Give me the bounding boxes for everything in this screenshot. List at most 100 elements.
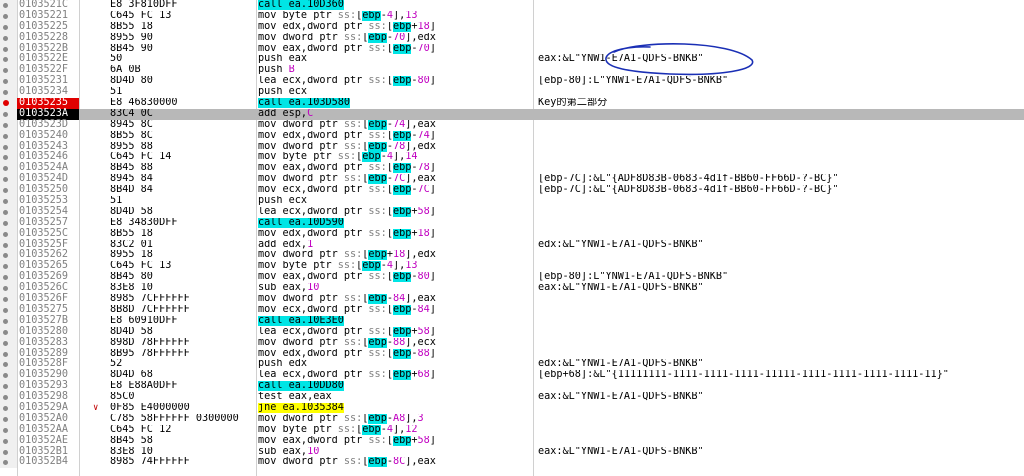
instruction-row[interactable]: 0103526F 8985 7CFFFFFF mov dword ptr ss:[e… — [0, 293, 1024, 305]
instruction-row[interactable]: 01035228 8955 90 mov dword ptr ss:[ebp-70]… — [0, 32, 1024, 44]
instruction-row[interactable]: 01035298 85C0 test eax,eax eax:&L"YNW1-E7A1… — [0, 391, 1024, 403]
instruction-row[interactable]: 01035269 8B45 80 mov eax,dword ptr ss:[ebp… — [0, 271, 1024, 284]
breakpoint-gutter[interactable] — [0, 163, 17, 175]
breakpoint-gutter[interactable] — [0, 435, 17, 447]
opcode-bytes: 51 — [110, 87, 123, 98]
breakpoint-gutter[interactable] — [0, 217, 17, 229]
breakpoint-gutter[interactable] — [0, 261, 17, 273]
instruction-row[interactable]: 010352B4 8985 74FFFFFF mov dword ptr ss:[e… — [0, 456, 1024, 469]
breakpoint-gutter[interactable] — [0, 359, 17, 371]
breakpoint-gutter[interactable] — [0, 370, 17, 382]
instruction-row[interactable]: 0103524D 8945 84 mov dword ptr ss:[ebp-7C]… — [0, 173, 1024, 186]
breakpoint-gutter[interactable] — [0, 228, 17, 240]
breakpoint-gutter[interactable] — [0, 185, 17, 197]
instruction-row[interactable]: 01035275 8B8D 7CFFFFFF mov ecx,dword ptr s… — [0, 304, 1024, 316]
instruction: mov edx,dword ptr ss:[ebp-74] — [258, 130, 436, 141]
instruction-row[interactable]: 01035257 E8 34830DFF call ea.10D590 — [0, 217, 1024, 229]
breakpoint-gutter[interactable] — [0, 119, 17, 131]
breakpoint-gutter[interactable] — [0, 381, 17, 393]
breakpoint-gutter[interactable] — [0, 0, 17, 11]
address: 01035283 — [19, 336, 69, 348]
instruction-row[interactable]: 0103523D 8945 8C mov dword ptr ss:[ebp-74]… — [0, 119, 1024, 131]
breakpoint-gutter[interactable] — [0, 402, 17, 414]
breakpoint-gutter[interactable] — [0, 294, 17, 305]
instruction-row[interactable]: 0103527B E8 60910DFF call ea.10E3E0 — [0, 315, 1024, 327]
breakpoint-gutter[interactable] — [0, 348, 17, 360]
breakpoint-gutter[interactable] — [0, 32, 17, 44]
instruction: mov byte ptr ss:[ebp-4],13 — [258, 261, 418, 272]
instruction-row[interactable]: 01035293 E8 E88A0DFF call ea.10DD80 — [0, 380, 1024, 393]
instruction-row[interactable]: 01035246 C645 FC 14 mov byte ptr ss:[ebp-4… — [0, 152, 1024, 164]
breakpoint-gutter[interactable] — [0, 239, 17, 251]
breakpoint-gutter[interactable] — [0, 152, 17, 164]
breakpoint-gutter[interactable] — [0, 196, 17, 207]
gutter-dot-icon — [3, 220, 8, 226]
comment: edx:&L"YNW1-E7A1-QDFS-BNKB" — [538, 239, 704, 250]
instruction-row[interactable]: 010352AA C645 FC 12 mov byte ptr ss:[ebp-4… — [0, 424, 1024, 436]
breakpoint-gutter[interactable] — [0, 43, 17, 55]
instruction-row[interactable]: 01035234 51 push ecx — [0, 86, 1024, 99]
opcode-bytes: 8B55 18 — [110, 228, 153, 239]
breakpoint-gutter[interactable] — [0, 315, 17, 327]
instruction-row[interactable]: 01035262 8955 18 mov dword ptr ss:[ebp+18]… — [0, 250, 1024, 262]
instruction-row[interactable]: 0103522E 50 push eax eax:&L"YNW1-E7A1-QDFS-… — [0, 54, 1024, 66]
opcode-bytes: 8B45 88 — [110, 163, 153, 174]
instruction-row[interactable]: 0103524A 8B45 88 mov eax,dword ptr ss:[ebp… — [0, 162, 1024, 175]
breakpoint-gutter[interactable] — [0, 304, 17, 316]
instruction-row[interactable]: 010352AE 8B45 58 mov eax,dword ptr ss:[ebp… — [0, 435, 1024, 447]
breakpoint-gutter[interactable] — [0, 413, 17, 425]
comment: eax:&L"YNW1-E7A1-QDFS-BNKB" — [538, 446, 704, 457]
instruction-row[interactable]: 0103529A ∨ 0F85 E4000000 jne ea.1035384 — [0, 402, 1024, 414]
instruction-row[interactable]: 01035231 8D4D 80 lea ecx,dword ptr ss:[ebp… — [0, 75, 1024, 88]
breakpoint-gutter[interactable] — [0, 250, 17, 262]
breakpoint-gutter[interactable] — [0, 392, 17, 403]
instruction-row[interactable]: 0103523A 83C4 0C add esp,C — [0, 108, 1024, 120]
instruction-row[interactable]: 01035243 8955 88 mov dword ptr ss:[ebp-78]… — [0, 141, 1024, 153]
instruction-row[interactable]: 01035240 8B55 8C mov edx,dword ptr ss:[ebp… — [0, 130, 1024, 142]
instruction-row[interactable]: 01035250 8B4D 84 mov ecx,dword ptr ss:[ebp… — [0, 184, 1024, 197]
instruction-row[interactable]: 0103528F 52 push edx edx:&L"YNW1-E7A1-QDFS-… — [0, 358, 1024, 371]
breakpoint-gutter[interactable] — [0, 87, 17, 99]
opcode-bytes: 8B4D 84 — [110, 185, 153, 196]
breakpoint-gutter[interactable] — [0, 457, 17, 469]
address: 010352B4 — [19, 456, 69, 468]
disassembly-view[interactable]: 0103521C E8 3F810DFF call ea.10D360 0103522… — [0, 0, 1024, 476]
breakpoint-gutter[interactable] — [0, 10, 17, 22]
breakpoint-gutter[interactable] — [0, 54, 17, 66]
breakpoint-gutter[interactable] — [0, 283, 17, 295]
instruction-row[interactable]: 01035290 8D4D 68 lea ecx,dword ptr ss:[ebp… — [0, 369, 1024, 382]
breakpoint-gutter[interactable] — [0, 424, 17, 436]
instruction-row[interactable]: 010352B1 83E8 10 sub eax,10 eax:&L"YNW1-E7A… — [0, 446, 1024, 458]
breakpoint-gutter[interactable] — [0, 76, 17, 88]
instruction-row[interactable]: 01035265 C645 FC 13 mov byte ptr ss:[ebp-4… — [0, 260, 1024, 273]
breakpoint-gutter[interactable] — [0, 326, 17, 338]
instruction-row[interactable]: 01035221 C645 FC 13 mov byte ptr ss:[ebp-4… — [0, 10, 1024, 22]
breakpoint-gutter[interactable] — [0, 174, 17, 186]
instruction-row[interactable]: 01035289 8B95 78FFFFFF mov edx,dword ptr s… — [0, 348, 1024, 360]
instruction: mov dword ptr ss:[ebp-8C],eax — [258, 457, 436, 468]
instruction-row[interactable]: 0103522F 6A 0B push B — [0, 64, 1024, 77]
breakpoint-gutter[interactable] — [0, 446, 17, 458]
breakpoint-gutter[interactable] — [0, 272, 17, 284]
instruction-row[interactable]: 0103525F 83C2 01 add edx,1 edx:&L"YNW1-E7A1… — [0, 239, 1024, 251]
breakpoint-gutter[interactable] — [0, 141, 17, 153]
breakpoint-gutter[interactable] — [0, 21, 17, 33]
instruction-row[interactable]: 01035283 898D 78FFFFFF mov dword ptr ss:[e… — [0, 336, 1024, 349]
instruction-row[interactable]: 01035235 E8 46830000 call ea.103D580 Key的第二… — [0, 97, 1024, 109]
instruction-row[interactable]: 010352A0 C785 58FFFFFF 0300000 mov dword p… — [0, 413, 1024, 425]
instruction-row[interactable]: 01035254 8D4D 58 lea ecx,dword ptr ss:[ebp… — [0, 206, 1024, 218]
instruction-row[interactable]: 0103525C 8B55 18 mov edx,dword ptr ss:[ebp… — [0, 228, 1024, 240]
breakpoint-gutter[interactable] — [0, 65, 17, 77]
instruction-row[interactable]: 0103521C E8 3F810DFF call ea.10D360 — [0, 0, 1024, 11]
breakpoint-gutter[interactable] — [0, 98, 17, 109]
breakpoint-gutter[interactable] — [0, 108, 17, 120]
instruction-row[interactable]: 0103526C 83E8 10 sub eax,10 eax:&L"YNW1-E7A… — [0, 282, 1024, 295]
instruction-row[interactable]: 01035280 8D4D 58 lea ecx,dword ptr ss:[ebp… — [0, 326, 1024, 338]
instruction-row[interactable]: 01035225 8B55 18 mov edx,dword ptr ss:[ebp… — [0, 21, 1024, 33]
breakpoint-gutter[interactable] — [0, 337, 17, 349]
instruction: mov eax,dword ptr ss:[ebp-78] — [258, 163, 436, 174]
instruction-row[interactable]: 0103522B 8B45 90 mov eax,dword ptr ss:[ebp… — [0, 43, 1024, 55]
breakpoint-gutter[interactable] — [0, 206, 17, 218]
instruction-row[interactable]: 01035253 51 push ecx — [0, 195, 1024, 207]
breakpoint-gutter[interactable] — [0, 130, 17, 142]
